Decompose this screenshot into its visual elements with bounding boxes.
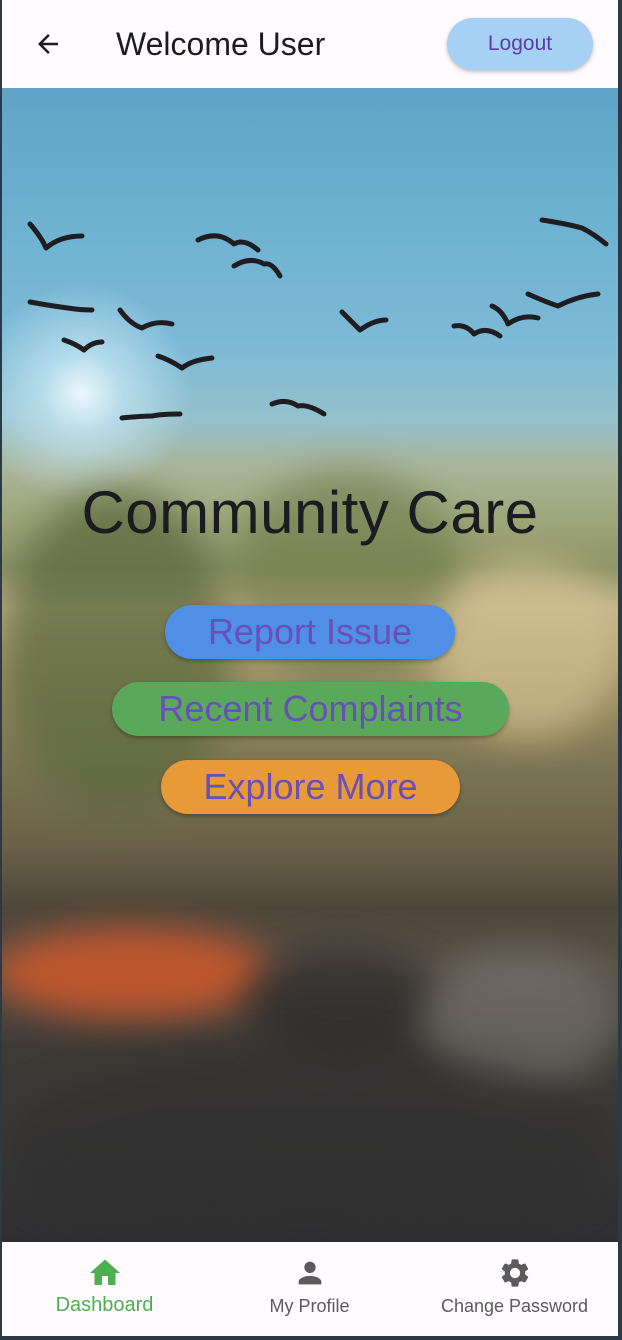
hero-title: Community Care xyxy=(81,479,539,546)
nav-item-dashboard[interactable]: Dashboard xyxy=(2,1242,207,1336)
logout-button[interactable]: Logout xyxy=(447,18,593,70)
nav-label-dashboard: Dashboard xyxy=(55,1294,154,1316)
arrow-back-icon xyxy=(38,34,58,54)
blurred-rock xyxy=(2,928,272,1018)
nav-label-my-profile: My Profile xyxy=(269,1296,350,1316)
app-frame: Welcome User Logout Community Care Repor… xyxy=(2,0,618,1336)
hero-background: Community Care Report Issue Recent Compl… xyxy=(2,88,618,1248)
recent-complaints-button[interactable]: Recent Complaints xyxy=(112,682,509,736)
person-icon xyxy=(298,1261,321,1285)
blurred-ground xyxy=(2,1048,618,1248)
nav-item-my-profile[interactable]: My Profile xyxy=(207,1242,412,1336)
page-title: Welcome User xyxy=(116,26,326,62)
birds-illustration xyxy=(27,217,609,421)
blurred-rock xyxy=(242,948,442,1058)
app-bar: Welcome User Logout xyxy=(2,0,618,88)
nav-label-change-password: Change Password xyxy=(440,1296,589,1316)
gear-icon xyxy=(501,1259,528,1287)
nav-item-change-password[interactable]: Change Password xyxy=(412,1242,617,1336)
report-issue-button[interactable]: Report Issue xyxy=(165,605,455,659)
back-button[interactable] xyxy=(26,22,70,66)
home-icon xyxy=(89,1259,120,1285)
explore-more-button[interactable]: Explore More xyxy=(161,760,460,814)
bottom-navigation: Dashboard My Profile Change Password xyxy=(2,1242,618,1336)
